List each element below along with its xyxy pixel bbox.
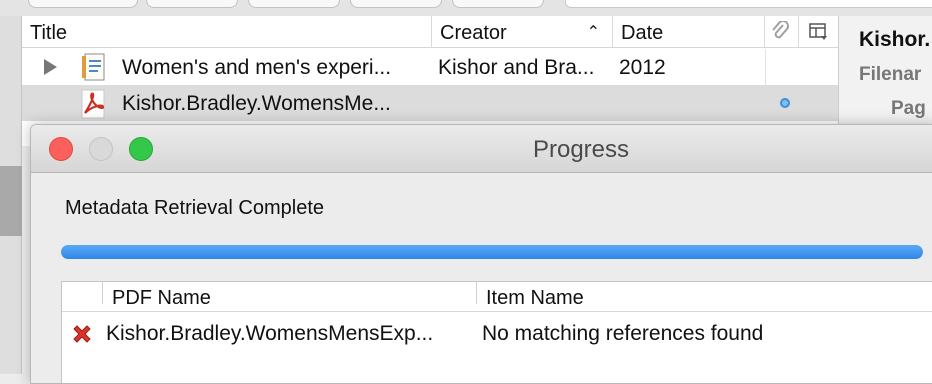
- item-creator: Kishor and Bra...: [438, 56, 595, 79]
- item-date: [619, 85, 759, 121]
- column-header-item-name[interactable]: Item Name: [486, 282, 584, 314]
- item-pane-field-label: Pag: [891, 98, 926, 119]
- column-picker[interactable]: [799, 16, 838, 48]
- column-date-label: Date: [621, 22, 664, 44]
- item-name-cell: No matching references found: [482, 322, 764, 345]
- progress-bar: [61, 245, 923, 259]
- paperclip-icon: [772, 20, 789, 39]
- sort-ascending-icon: ⌃: [586, 24, 600, 41]
- toolbar-button[interactable]: [28, 0, 138, 8]
- pane-divider: [0, 166, 22, 236]
- attachment-status-icon[interactable]: [780, 98, 790, 108]
- search-input[interactable]: [565, 0, 932, 8]
- column-header-creator[interactable]: Creator ⌃: [432, 16, 613, 48]
- dialog-titlebar[interactable]: Progress: [31, 125, 932, 173]
- table-row[interactable]: Women's and men's experi... Kishor and B…: [22, 49, 838, 85]
- toolbar-button[interactable]: [248, 0, 340, 8]
- error-x-icon: [73, 325, 91, 343]
- results-header: PDF Name Item Name: [62, 282, 932, 312]
- item-title: Women's and men's experi...: [122, 56, 392, 79]
- pdf-icon: [81, 89, 105, 119]
- item-creator: [438, 85, 610, 121]
- toolbar-button[interactable]: [350, 0, 442, 8]
- status-message: Metadata Retrieval Complete: [65, 197, 325, 219]
- item-pane-field-label: Filenar: [859, 64, 922, 85]
- table-header: Title Creator ⌃ Date: [22, 16, 838, 48]
- item-date: 2012: [619, 56, 666, 79]
- progress-bar-fill: [61, 245, 923, 259]
- table-row-selected[interactable]: Kishor.Bradley.WomensMe...: [22, 85, 838, 121]
- collections-pane: [0, 16, 22, 374]
- results-table: PDF Name Item Name Kishor.Bradley.Womens…: [61, 281, 932, 383]
- column-picker-icon: [809, 23, 827, 40]
- column-header-date[interactable]: Date: [613, 16, 765, 48]
- item-pane: Kishor. Filenar Pag: [838, 16, 932, 126]
- column-header-pdf-name[interactable]: PDF Name: [112, 282, 211, 314]
- table-row[interactable]: Kishor.Bradley.WomensMensExp... No match…: [62, 314, 932, 350]
- journal-article-icon: [82, 53, 105, 81]
- item-title: Kishor.Bradley.WomensMe...: [122, 92, 391, 115]
- column-creator-label: Creator: [440, 22, 507, 44]
- toolbar: [0, 0, 932, 16]
- pdf-name-cell: Kishor.Bradley.WomensMensExp...: [106, 322, 434, 345]
- toolbar-button[interactable]: [452, 0, 544, 8]
- toolbar-button[interactable]: [146, 0, 238, 8]
- dialog-title: Progress: [532, 136, 630, 163]
- progress-dialog: Progress Metadata Retrieval Complete PDF…: [30, 124, 932, 384]
- column-header-attachments[interactable]: [765, 16, 799, 48]
- disclosure-triangle-icon[interactable]: [44, 59, 57, 75]
- item-pane-title: Kishor.: [859, 28, 931, 51]
- column-header-title[interactable]: Title: [22, 16, 432, 48]
- column-title-label: Title: [30, 22, 68, 44]
